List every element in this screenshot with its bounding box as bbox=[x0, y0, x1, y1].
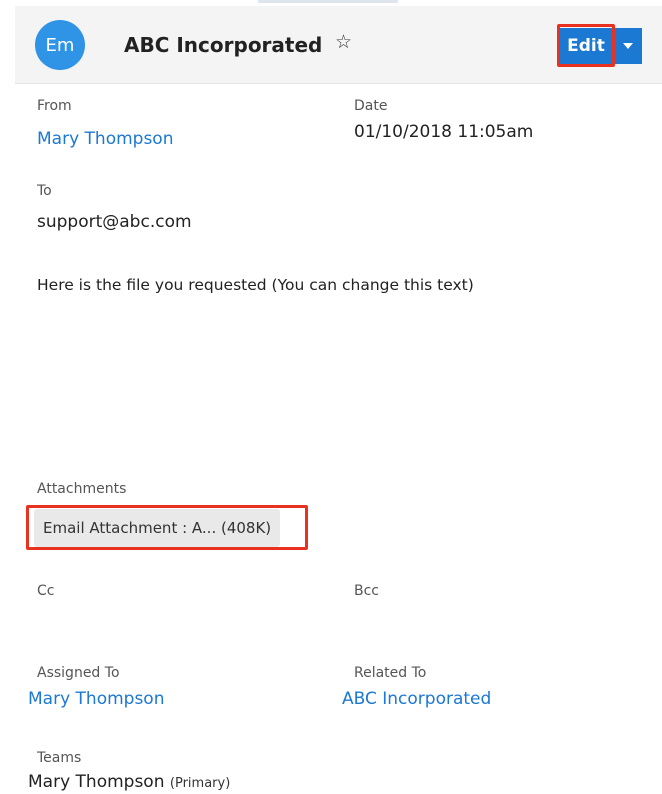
teams-value: Mary Thompson (Primary) bbox=[28, 772, 230, 792]
record-title: ABC Incorporated bbox=[124, 33, 323, 57]
teams-label: Teams bbox=[37, 750, 82, 766]
cc-label: Cc bbox=[37, 583, 55, 599]
attachment-item[interactable]: Email Attachment : A... (408K) bbox=[34, 509, 281, 547]
top-divider bbox=[258, 0, 398, 3]
primary-tag: (Primary) bbox=[169, 776, 231, 791]
date-label: Date bbox=[354, 98, 388, 114]
to-value: support@abc.com bbox=[37, 212, 192, 232]
star-outline-icon[interactable]: ☆ bbox=[335, 33, 352, 52]
record-header: Em ABC Incorporated ☆ Edit bbox=[15, 6, 662, 84]
email-body: Here is the file you requested (You can … bbox=[37, 276, 474, 294]
attachments-label: Attachments bbox=[37, 481, 127, 497]
to-label: To bbox=[37, 183, 52, 199]
bcc-label: Bcc bbox=[354, 583, 379, 599]
date-value: 01/10/2018 11:05am bbox=[354, 122, 534, 142]
assigned-to-label: Assigned To bbox=[37, 665, 120, 681]
related-to-label: Related To bbox=[354, 665, 427, 681]
caret-down-icon bbox=[622, 43, 633, 49]
from-value-link[interactable]: Mary Thompson bbox=[37, 129, 173, 149]
edit-button[interactable]: Edit bbox=[560, 28, 612, 64]
team-name: Mary Thompson bbox=[28, 772, 165, 792]
related-to-link[interactable]: ABC Incorporated bbox=[342, 689, 491, 709]
edit-button-group: Edit bbox=[560, 28, 642, 64]
from-label: From bbox=[37, 98, 72, 114]
module-avatar: Em bbox=[35, 20, 85, 70]
actions-dropdown-button[interactable] bbox=[612, 28, 642, 64]
assigned-to-link[interactable]: Mary Thompson bbox=[28, 689, 164, 709]
